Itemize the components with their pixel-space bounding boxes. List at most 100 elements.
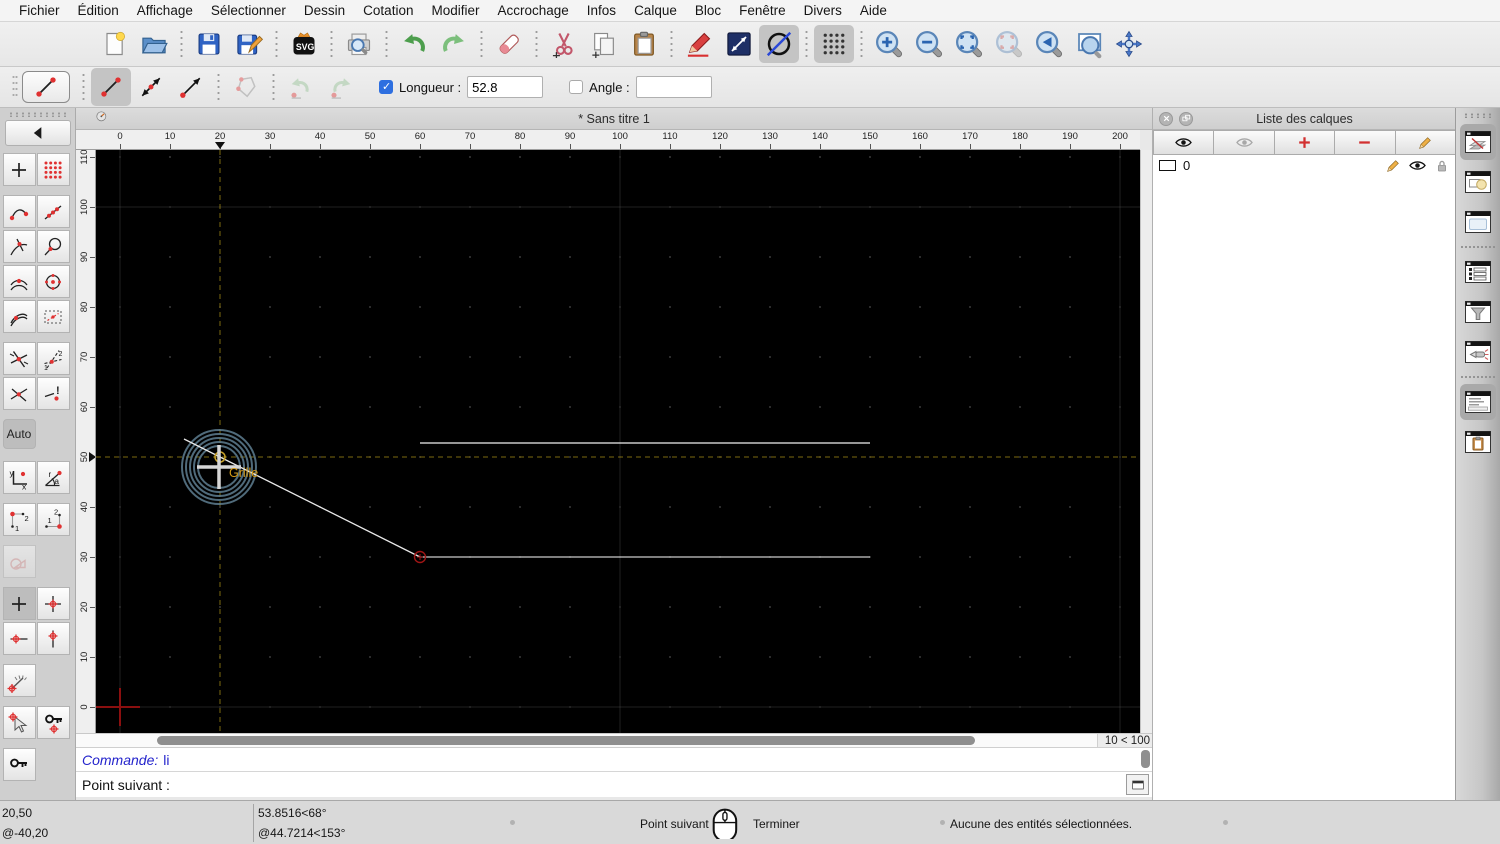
- angle-input[interactable]: [635, 76, 712, 98]
- panel-float-button[interactable]: [1179, 111, 1193, 126]
- snap-intersection-manual-button[interactable]: 12: [36, 342, 70, 375]
- menu-edition[interactable]: Édition: [69, 0, 128, 22]
- menu-bloc[interactable]: Bloc: [686, 0, 730, 22]
- snap-free-button[interactable]: [2, 153, 36, 186]
- menu-fichier[interactable]: Fichier: [10, 0, 69, 22]
- menu-divers[interactable]: Divers: [795, 0, 851, 22]
- zoom-out-button[interactable]: [909, 25, 949, 63]
- command-window-button[interactable]: [1126, 774, 1149, 795]
- ray-button[interactable]: [171, 68, 211, 106]
- menu-cotation[interactable]: Cotation: [354, 0, 422, 22]
- angle-checkbox[interactable]: [569, 80, 584, 94]
- menu-dessin[interactable]: Dessin: [295, 0, 354, 22]
- command-line[interactable]: Point suivant :: [76, 771, 1152, 797]
- hide-all-layers-button[interactable]: [1214, 130, 1275, 155]
- menu-aide[interactable]: Aide: [851, 0, 896, 22]
- zoom-in-button[interactable]: [869, 25, 909, 63]
- length-checkbox[interactable]: [379, 80, 393, 94]
- layer-lock-icon[interactable]: [1434, 158, 1450, 174]
- layer-visible-icon[interactable]: [1408, 156, 1427, 175]
- delete-button[interactable]: [489, 25, 529, 63]
- menu-infos[interactable]: Infos: [578, 0, 625, 22]
- redo-button[interactable]: [434, 25, 474, 63]
- coordinate-cartesian-button[interactable]: yx: [2, 461, 36, 494]
- edit-layer-button[interactable]: [1395, 130, 1457, 155]
- copy-button[interactable]: [584, 25, 624, 63]
- snap-middle-button[interactable]: [2, 265, 36, 298]
- snap-tangent-button[interactable]: [2, 230, 36, 263]
- layer-color-swatch[interactable]: [1159, 160, 1176, 171]
- toggle-library-button[interactable]: [1460, 204, 1496, 240]
- snap-distance-button[interactable]: [2, 300, 36, 333]
- scrollbar-track[interactable]: [76, 734, 1098, 748]
- toggle-command-line-button[interactable]: [1460, 384, 1496, 420]
- toggle-block-list-button[interactable]: [1460, 164, 1496, 200]
- zoom-auto-button[interactable]: [949, 25, 989, 63]
- canvas-vertical-scrollbar[interactable]: [1140, 150, 1152, 733]
- grid-toggle-button[interactable]: [814, 25, 854, 63]
- scrollbar-thumb[interactable]: [157, 736, 975, 745]
- restrict-vertical-button[interactable]: [36, 622, 70, 655]
- menu-affichage[interactable]: Affichage: [128, 0, 202, 22]
- toggle-clipboard-button[interactable]: [1460, 424, 1496, 460]
- canvas-horizontal-scrollbar[interactable]: 10 < 100: [76, 733, 1152, 748]
- lock-relative-zero-button[interactable]: [36, 706, 70, 739]
- print-preview-button[interactable]: [339, 25, 379, 63]
- layer-row[interactable]: 0: [1153, 155, 1456, 176]
- restrict-nothing-button[interactable]: [2, 587, 36, 620]
- open-button[interactable]: [134, 25, 174, 63]
- zoom-window-button[interactable]: [1069, 25, 1109, 63]
- coordinate-polar-button[interactable]: ra: [36, 461, 70, 494]
- zoom-previous-button[interactable]: [1029, 25, 1069, 63]
- menu-selectionner[interactable]: Sélectionner: [202, 0, 295, 22]
- lock-position-button[interactable]: [2, 748, 36, 781]
- back-button[interactable]: [4, 120, 71, 146]
- menu-calque[interactable]: Calque: [625, 0, 686, 22]
- cut-button[interactable]: [544, 25, 584, 63]
- snap-on-entity-button[interactable]: [36, 195, 70, 228]
- angle-meter-button[interactable]: [2, 664, 36, 697]
- show-all-layers-button[interactable]: [1153, 130, 1215, 155]
- snap-endpoints-button[interactable]: [2, 195, 36, 228]
- menu-accrochage[interactable]: Accrochage: [488, 0, 577, 22]
- layer-edit-icon[interactable]: [1385, 158, 1401, 174]
- snap-perpendicular-button[interactable]: [36, 230, 70, 263]
- drawing-canvas[interactable]: Grille: [96, 150, 1140, 733]
- paste-button[interactable]: [624, 25, 664, 63]
- restrict-orthogonal-button[interactable]: [36, 587, 70, 620]
- corner-second-button[interactable]: 12: [36, 503, 70, 536]
- length-input[interactable]: [467, 76, 544, 98]
- snap-reference-button[interactable]: [36, 300, 70, 333]
- snap-force-button[interactable]: !: [36, 377, 70, 410]
- line-both-directions-button[interactable]: [131, 68, 171, 106]
- set-relative-zero-button[interactable]: [2, 706, 36, 739]
- command-input[interactable]: [173, 773, 1126, 796]
- panel-close-button[interactable]: [1159, 111, 1173, 126]
- save-as-button[interactable]: [229, 25, 269, 63]
- new-document-button[interactable]: [94, 25, 134, 63]
- snap-center-button[interactable]: [36, 265, 70, 298]
- restrict-horizontal-button[interactable]: [2, 622, 36, 655]
- snap-cross-button[interactable]: [2, 377, 36, 410]
- svg-export-button[interactable]: SVG: [284, 25, 324, 63]
- snap-auto-button[interactable]: Auto: [2, 419, 36, 449]
- line-segment-button[interactable]: [91, 68, 131, 106]
- toggle-entity-list-button[interactable]: [1460, 254, 1496, 290]
- undo-button[interactable]: [394, 25, 434, 63]
- construction-mode-button[interactable]: [759, 25, 799, 63]
- zoom-pan-button[interactable]: [1109, 25, 1149, 63]
- measure-button[interactable]: [719, 25, 759, 63]
- menu-modifier[interactable]: Modifier: [422, 0, 488, 22]
- add-layer-button[interactable]: [1274, 130, 1336, 155]
- pen-edit-button[interactable]: [679, 25, 719, 63]
- remove-layer-button[interactable]: [1335, 130, 1396, 155]
- save-button[interactable]: [189, 25, 229, 63]
- toggle-notification-button[interactable]: [1460, 334, 1496, 370]
- corner-first-button[interactable]: 12: [2, 503, 36, 536]
- snap-grid-button[interactable]: [36, 153, 70, 186]
- menu-fenetre[interactable]: Fenêtre: [730, 0, 795, 22]
- toggle-filter-button[interactable]: [1460, 294, 1496, 330]
- snap-intersection-button[interactable]: [2, 342, 36, 375]
- history-scrollbar-thumb[interactable]: [1141, 750, 1150, 768]
- toggle-layer-list-button[interactable]: [1460, 124, 1496, 160]
